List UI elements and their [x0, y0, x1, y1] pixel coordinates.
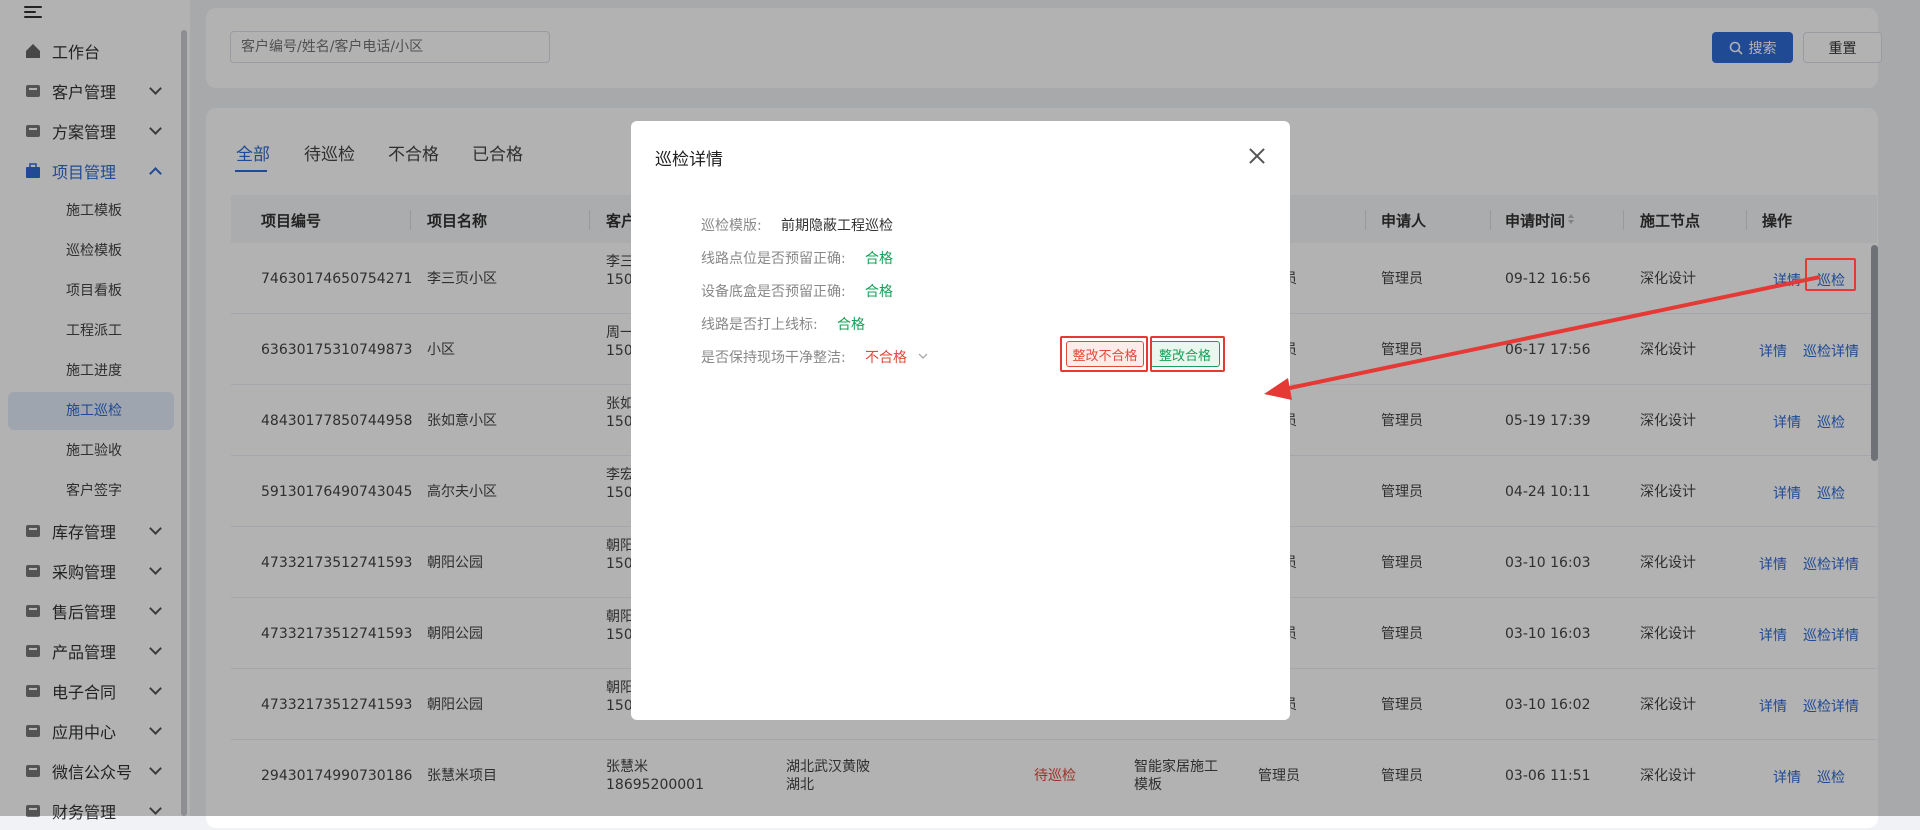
- template-label: 巡检模版:: [701, 218, 762, 234]
- template-value: 前期隐蔽工程巡检: [781, 218, 893, 234]
- close-icon[interactable]: [1248, 147, 1266, 165]
- inspection-detail-modal: 巡检详情 巡检模版: 前期隐蔽工程巡检 线路点位是否预留正确: 合格 设备底盒是…: [631, 121, 1290, 720]
- q2-label: 设备底盒是否预留正确:: [701, 284, 846, 300]
- modal-title: 巡检详情: [655, 150, 723, 170]
- annotation-box-inspect: [1805, 258, 1856, 291]
- annotation-box-pass: [1150, 336, 1225, 372]
- chevron-down-icon[interactable]: [917, 350, 929, 362]
- annotation-box-fail: [1060, 336, 1148, 372]
- q3-label: 线路是否打上线标:: [701, 317, 818, 333]
- q4-label: 是否保持现场干净整洁:: [701, 350, 846, 366]
- q3-value: 合格: [837, 317, 865, 333]
- q1-label: 线路点位是否预留正确:: [701, 251, 846, 267]
- q2-value: 合格: [865, 284, 893, 300]
- q1-value: 合格: [865, 251, 893, 267]
- q4-value-select[interactable]: 不合格: [865, 347, 907, 367]
